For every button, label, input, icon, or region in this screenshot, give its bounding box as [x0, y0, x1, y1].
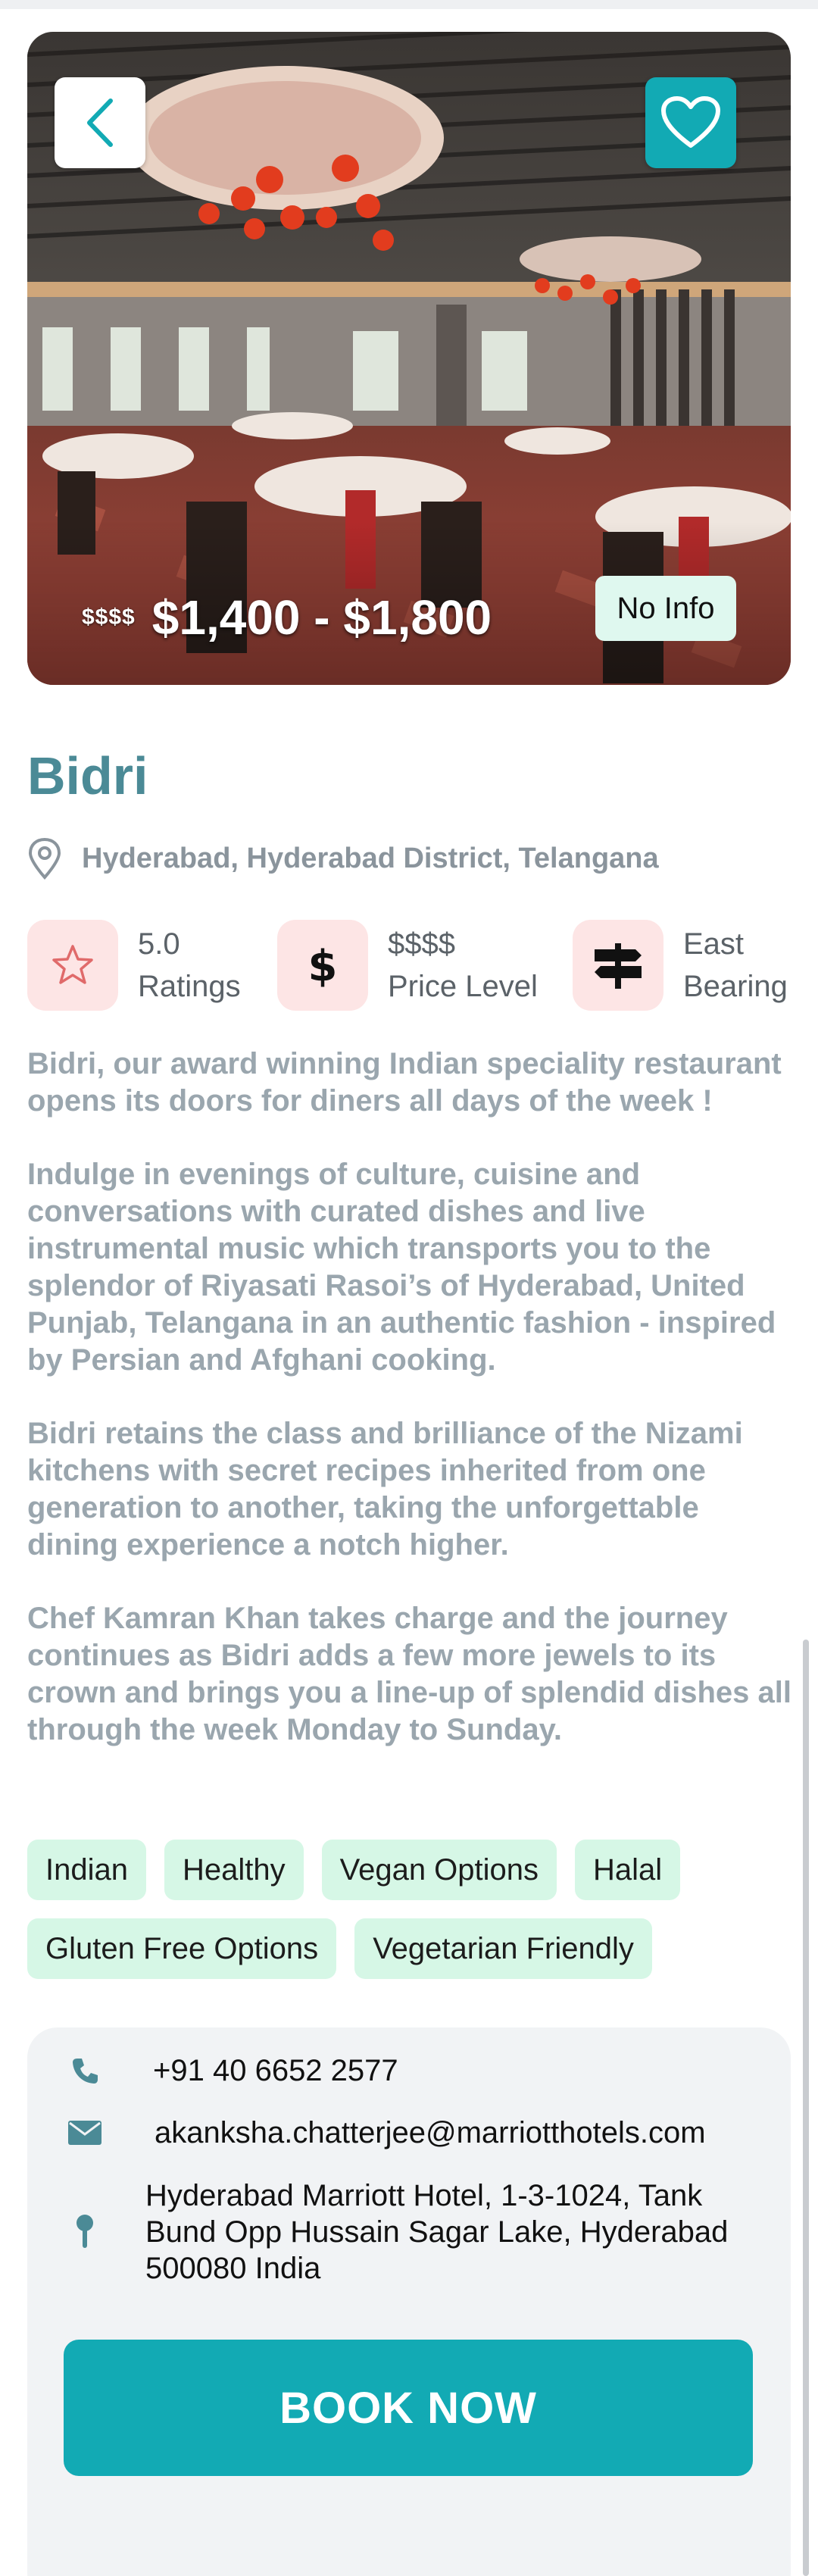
rating-value: 5.0: [138, 927, 180, 961]
hero-image: $$$$ $1,400 - $1,800 No Info: [27, 32, 791, 685]
tag-chip: Vegetarian Friendly: [354, 1918, 652, 1979]
description-paragraph: Bidri, our award winning Indian speciali…: [27, 1047, 782, 1118]
tag-chip: Vegan Options: [321, 1840, 557, 1900]
heart-icon: [661, 96, 720, 148]
scrollbar[interactable]: [803, 1640, 809, 2576]
star-icon: [52, 945, 93, 984]
contact-card: +91 40 6652 2577 akanksha.chatterjee@mar…: [27, 2027, 791, 2576]
bearing-value: East: [683, 927, 745, 961]
location-row: Hyderabad, Hyderabad District, Telangana: [27, 833, 659, 883]
phone-row[interactable]: +91 40 6652 2577: [62, 2044, 398, 2097]
price-label: Price Level: [388, 970, 538, 1003]
signpost-icon: [595, 943, 642, 989]
price-overlay: $$$$ $1,400 - $1,800: [82, 583, 492, 652]
email-address: akanksha.chatterjee@marriotthotels.com: [155, 2115, 706, 2149]
price-text: $$$$ Price Level: [388, 923, 538, 1008]
cuisine-tags: Indian Healthy Vegan Options Halal Glute…: [27, 1840, 785, 1979]
status-badge: No Info: [595, 576, 736, 641]
price-level-small: $$$$: [82, 605, 136, 630]
map-marker-icon: [62, 2213, 108, 2251]
book-now-button[interactable]: BOOK NOW: [64, 2340, 753, 2476]
rating-icon-box: [27, 920, 118, 1011]
rating-text: 5.0 Ratings: [138, 923, 241, 1008]
status-bar: [0, 0, 818, 9]
back-chevron-icon: [87, 98, 113, 147]
description: Bidri, our award winning Indian speciali…: [27, 1046, 792, 1785]
tag-chip: Healthy: [164, 1840, 304, 1900]
price-range: $1,400 - $1,800: [151, 590, 492, 645]
tag-chip: Gluten Free Options: [27, 1918, 337, 1979]
restaurant-detail-screen: $$$$ $1,400 - $1,800 No Info Bidri Hyder…: [0, 0, 818, 2576]
phone-icon: [62, 2055, 108, 2086]
price-stat: $ $$$$ Price Level: [277, 918, 538, 1012]
address-row[interactable]: Hyderabad Marriott Hotel, 1-3-1024, Tank…: [62, 2171, 751, 2293]
bearing-text: East Bearing: [683, 923, 788, 1008]
mail-icon: [62, 2119, 108, 2146]
tag-chip: Indian: [27, 1840, 146, 1900]
favorite-button[interactable]: [645, 77, 736, 168]
svg-text:$: $: [308, 942, 338, 989]
rating-stat: 5.0 Ratings: [27, 918, 241, 1012]
bearing-label: Bearing: [683, 970, 788, 1003]
address-text: Hyderabad Marriott Hotel, 1-3-1024, Tank…: [145, 2179, 729, 2285]
description-paragraph: Chef Kamran Khan takes charge and the jo…: [27, 1602, 792, 1746]
bearing-stat: East Bearing: [573, 918, 788, 1012]
description-paragraph: Bidri retains the class and brilliance o…: [27, 1417, 743, 1562]
phone-number: +91 40 6652 2577: [153, 2053, 398, 2087]
location-pin-icon: [28, 837, 61, 880]
email-row[interactable]: akanksha.chatterjee@marriotthotels.com: [62, 2106, 706, 2159]
price-icon-box: $: [277, 920, 368, 1011]
price-value: $$$$: [388, 927, 455, 961]
dollar-icon: $: [308, 942, 338, 989]
description-paragraph: Indulge in evenings of culture, cuisine …: [27, 1158, 776, 1377]
back-button[interactable]: [55, 77, 145, 168]
bearing-icon-box: [573, 920, 663, 1011]
restaurant-name: Bidri: [27, 746, 148, 805]
rating-label: Ratings: [138, 970, 241, 1003]
tag-chip: Halal: [575, 1840, 681, 1900]
location-text: Hyderabad, Hyderabad District, Telangana: [82, 842, 659, 874]
